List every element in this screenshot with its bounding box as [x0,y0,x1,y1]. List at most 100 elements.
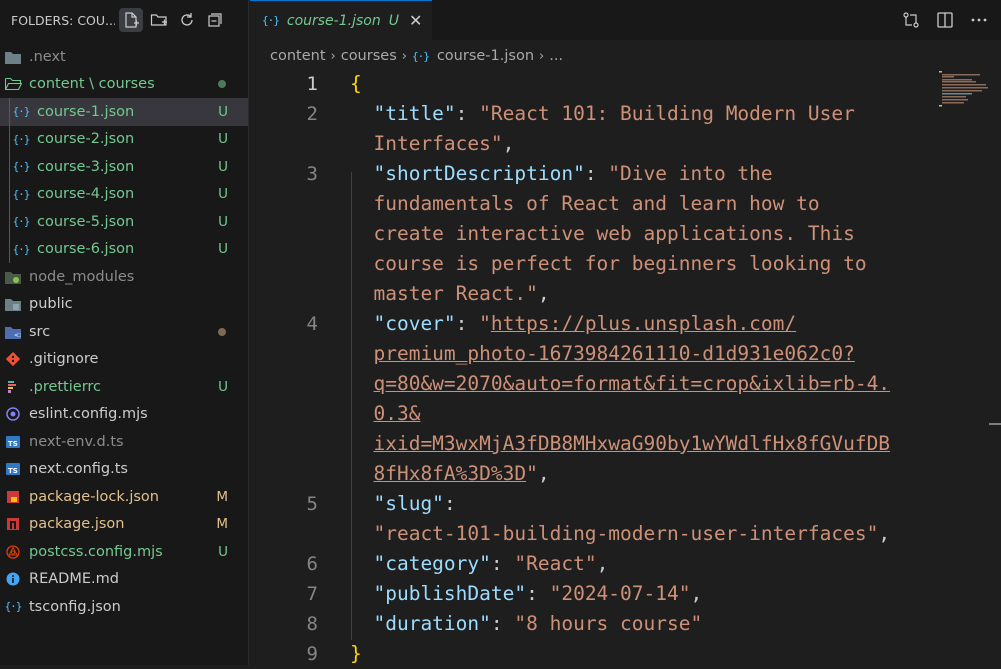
minimap[interactable] [939,70,989,110]
close-icon[interactable]: ✕ [409,11,422,30]
json-icon: {·} [12,160,31,174]
collapse-all-button[interactable] [203,8,227,32]
code-token: "publishDate" [373,582,527,605]
file-tree-label: src [29,323,51,340]
file-tree-item[interactable]: eslint.config.mjs [0,401,248,429]
file-tree-item[interactable]: package-lock.json M [0,483,248,511]
json-icon: {·} [12,187,31,201]
file-tree-label: postcss.config.mjs [29,543,163,560]
code-token: "Dive into the [608,162,773,185]
file-tree-label: .prettierrc [29,378,102,395]
file-tree-item[interactable]: public [0,291,248,319]
breadcrumb-item-content[interactable]: content [270,48,326,64]
line-number: 6 [306,553,318,575]
git-status-badge: M [216,488,228,505]
json-icon: {·} [262,14,280,27]
git-status-badge: U [218,131,228,148]
code-line: "shortDescription": "Dive into the [350,159,773,189]
file-tree-item[interactable]: {·} course-2.json U [0,126,248,154]
file-tree-item[interactable]: .prettierrc U [0,373,248,401]
open-changes-button[interactable] [899,8,923,32]
code-line: "duration": "8 hours course" [350,609,702,639]
file-tree-item[interactable]: node_modules [0,263,248,291]
chevron-right-icon: › [401,48,407,64]
breadcrumb-item-courses[interactable]: courses [341,48,397,64]
eslint-icon [4,405,22,423]
code-line: "slug": [350,489,456,519]
file-tree-item[interactable]: TS next-env.d.ts [0,428,248,456]
compare-changes-icon [903,12,919,28]
code-token: "React" [514,552,597,575]
file-tree-item[interactable]: TS next.config.ts [0,456,248,484]
code-token: : [443,492,456,515]
code-token: : [490,552,515,575]
git-status-badge: M [216,516,228,533]
json-icon: {·} [12,242,31,256]
file-tree-item[interactable]: {·} course-3.json U [0,153,248,181]
git-status-badge: U [218,241,228,258]
file-tree-item[interactable]: {·} course-6.json U [0,236,248,264]
node-folder-icon [4,268,22,286]
refresh-button[interactable] [175,8,199,32]
file-tree-label: content \ courses [29,76,155,93]
code-token: } [350,642,362,665]
code-token: premium_photo-1673984261110-d1d931e062c0… [373,342,855,365]
code-line: course is perfect for beginners looking … [350,249,866,279]
code-token: 8fHx8fA%3D%3D [373,462,527,485]
file-tree-item[interactable]: README.md [0,566,248,594]
file-tree-item[interactable]: {·} course-1.json U [0,98,248,126]
split-editor-button[interactable] [933,8,957,32]
ts-icon: TS [4,433,22,451]
npm-icon [4,515,22,533]
file-tree-label: course-4.json [37,186,135,203]
code-token: master React." [373,282,538,305]
public-folder-icon [4,295,22,313]
git-status-badge: U [218,543,228,560]
file-tree-label: .gitignore [29,351,99,368]
file-tree-item[interactable]: {·} course-5.json U [0,208,248,236]
line-number: 4 [306,313,318,335]
more-actions-button[interactable] [967,8,991,32]
file-tree-item[interactable]: .gitignore [0,346,248,374]
code-token: , [596,552,609,575]
code-token: fundamentals of React and learn how to [373,192,820,215]
file-tree-item[interactable]: {·} course-4.json U [0,181,248,209]
ts-icon: TS [4,460,22,478]
file-tree-label: public [29,296,73,313]
json-icon: {·} [12,215,31,229]
new-folder-button[interactable] [147,8,171,32]
code-token: , [537,282,550,305]
breadcrumb-item-file[interactable]: course-1.json [437,48,534,64]
file-tree-item[interactable]: postcss.config.mjs U [0,538,248,566]
code-token: : [584,162,609,185]
editor-area: {·} course-1.json U ✕ content › courses … [250,0,1001,665]
file-tree-item[interactable]: content \ courses [0,71,248,99]
git-status-badge: U [218,186,228,203]
tab-course-1-json[interactable]: {·} course-1.json U ✕ [250,0,432,40]
tab-label: course-1.json [286,12,381,29]
file-tree-item[interactable]: .next [0,43,248,71]
file-tree-item[interactable]: {·} tsconfig.json [0,593,248,621]
folder-open-icon [4,75,22,93]
code-line: ixid=M3wxMjA3fDB8MHxwaG90by1wYWdlfHx8fGV… [350,429,890,459]
file-tree-label: .next [29,48,66,65]
code-token: : [490,612,515,635]
line-number: 7 [306,583,318,605]
file-tree-label: package-lock.json [29,488,159,505]
file-tree-label: package.json [29,516,125,533]
scrollbar-marker[interactable] [989,423,1001,425]
refresh-icon [181,13,193,26]
file-tree-item[interactable]: package.json M [0,511,248,539]
json-icon: {·} [12,132,31,146]
breadcrumb-item-symbols[interactable]: ... [549,48,563,64]
file-tree-item[interactable]: <> src [0,318,248,346]
new-file-button[interactable] [119,8,143,32]
code-line: Interfaces", [350,129,514,159]
code-token: "React 101: Building Modern User [479,102,855,125]
